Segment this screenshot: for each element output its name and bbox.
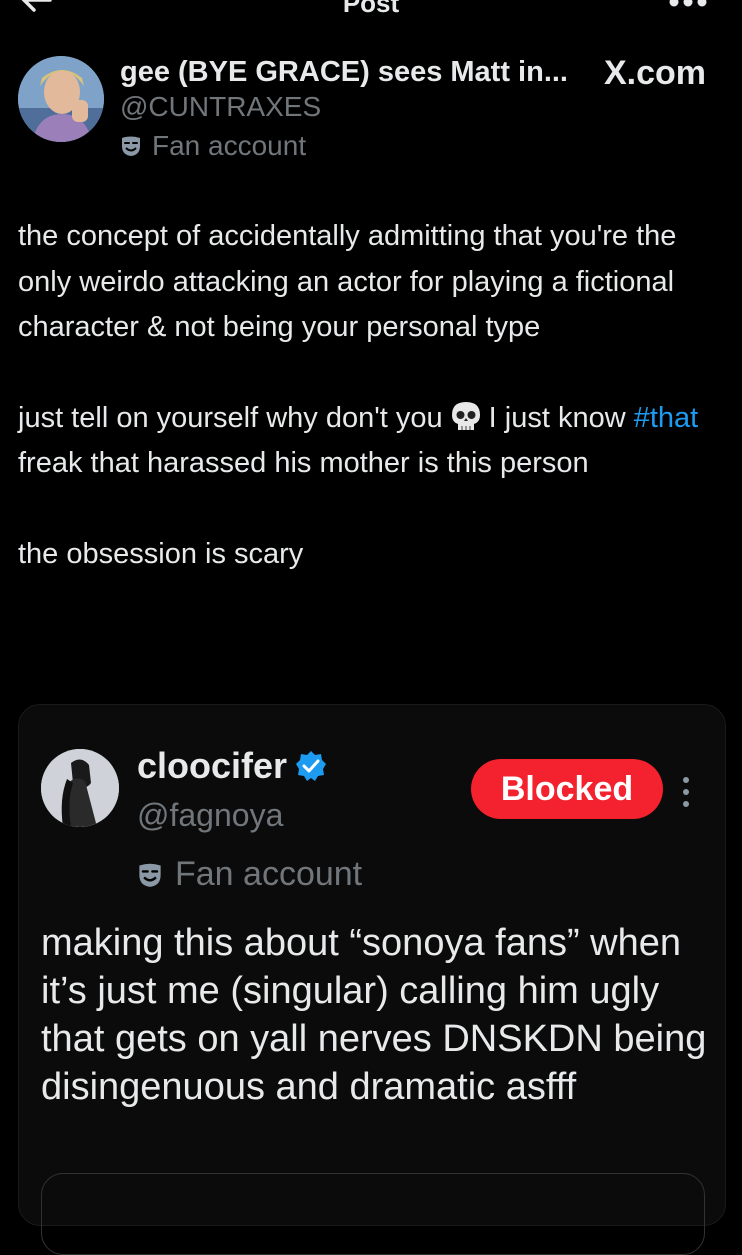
more-icon[interactable] [668,0,708,8]
post-paragraph-2: just tell on yourself why don't you I ju… [18,396,718,487]
fan-mask-icon [139,863,161,887]
quoted-post-card[interactable]: cloocifer @fagnoya Fan account Blocked m… [18,704,726,1255]
quote-name-label: cloocifer [137,745,288,786]
verified-badge-icon [296,751,327,781]
quote-avatar[interactable] [41,749,119,827]
nested-card[interactable] [41,1173,705,1255]
fan-account-badge: Fan account [120,130,306,162]
fan-mask-icon [122,136,140,156]
post-paragraph-1: the concept of accidentally admitting th… [18,220,677,343]
post-author: gee (BYE GRACE) sees Matt in... @CUNTRAX… [0,50,742,162]
author-name[interactable]: gee (BYE GRACE) sees Matt in... [120,56,568,89]
top-bar: Post [0,0,742,22]
quote-author-name[interactable]: cloocifer [137,745,327,787]
skull-icon [451,401,480,430]
page-title: Post [342,0,400,18]
p2-after: freak that harassed his mother is this p… [18,447,589,479]
blocked-button[interactable]: Blocked [471,759,663,819]
post-paragraph-3: the obsession is scary [18,537,304,570]
quote-author-handle[interactable]: @fagnoya [137,797,283,834]
avatar[interactable] [18,56,104,142]
post-text: the concept of accidentally admitting th… [18,214,718,577]
quote-badge-label: Fan account [175,855,363,893]
quote-fan-account-badge: Fan account [137,855,362,894]
author-handle[interactable]: @CUNTRAXES [120,91,321,123]
p2-mid: I just know [488,401,626,434]
hashtag-link[interactable]: #that [634,402,699,434]
more-vertical-icon[interactable] [679,775,693,809]
source-label: X.com [603,54,706,92]
quote-text: making this about “sonoya fans” when it’… [41,922,707,1108]
p2-before: just tell on yourself why don't you [18,401,443,434]
badge-label: Fan account [152,130,307,161]
